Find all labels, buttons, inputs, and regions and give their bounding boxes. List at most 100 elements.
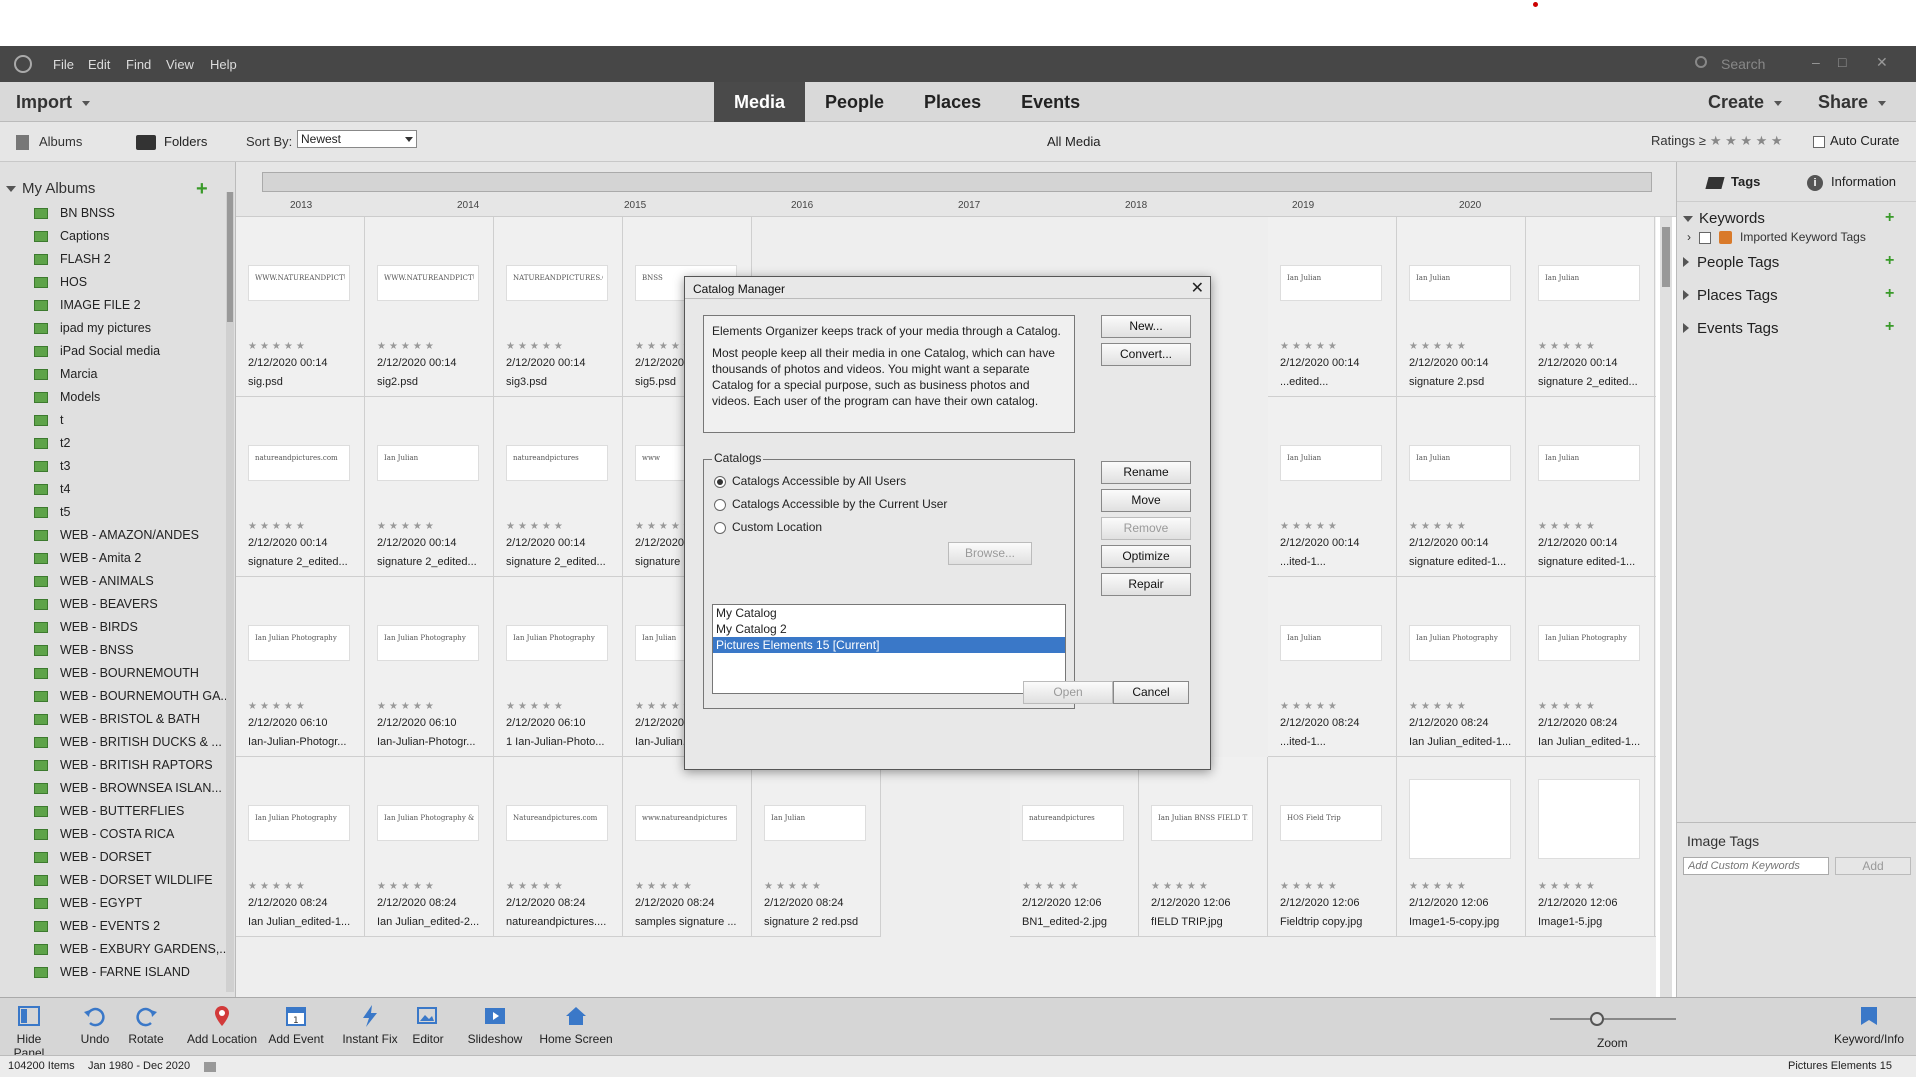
- album-item[interactable]: HOS: [34, 275, 87, 298]
- rating-stars-icon[interactable]: ★★★★★: [764, 881, 824, 892]
- checkbox-icon[interactable]: [1699, 231, 1711, 244]
- media-thumbnail[interactable]: Ian Julian ★★★★★ 2/12/2020 00:14 signature …: [1526, 217, 1655, 397]
- media-thumbnail[interactable]: Ian Julian Photography ★★★★★ 2/12/2020 06:…: [365, 577, 494, 757]
- album-item[interactable]: WEB - BIRDS: [34, 620, 138, 643]
- rating-stars-icon[interactable]: ★★★★★: [377, 341, 437, 352]
- radio-current-user[interactable]: Catalogs Accessible by the Current User: [714, 497, 947, 511]
- remove-button[interactable]: Remove: [1101, 517, 1191, 540]
- add-event-button[interactable]: 1 Add Event: [266, 1004, 326, 1046]
- rating-stars-icon[interactable]: ★★★★★: [377, 701, 437, 712]
- media-thumbnail[interactable]: ★★★★★ 2/12/2020 12:06 Image1-5-copy.jpg: [1397, 757, 1526, 937]
- albums-scrollbar[interactable]: [226, 192, 234, 992]
- media-thumbnail[interactable]: Ian Julian Photography ★★★★★ 2/12/2020 06:…: [236, 577, 365, 757]
- rating-stars-icon[interactable]: ★★★★★: [1538, 881, 1598, 892]
- create-button[interactable]: Create: [1708, 92, 1783, 113]
- keyword-info-button[interactable]: Keyword/Info: [1828, 1004, 1910, 1046]
- rating-stars-icon[interactable]: ★★★★★: [1280, 521, 1340, 532]
- rating-stars-icon[interactable]: ★★★★★: [506, 341, 566, 352]
- rating-stars-icon[interactable]: ★★★★★: [1151, 881, 1211, 892]
- rating-stars-icon[interactable]: ★★★★★: [506, 881, 566, 892]
- zoom-slider-handle[interactable]: [1590, 1012, 1604, 1026]
- open-button[interactable]: Open: [1023, 681, 1113, 704]
- media-thumbnail[interactable]: Ian Julian ★★★★★ 2/12/2020 00:14 signature …: [365, 397, 494, 577]
- browse-button[interactable]: Browse...: [948, 542, 1032, 565]
- minimize-icon[interactable]: –: [1812, 54, 1820, 70]
- sort-select[interactable]: Newest: [297, 130, 417, 148]
- album-item[interactable]: WEB - BRITISH RAPTORS: [34, 758, 213, 781]
- radio-all-users[interactable]: Catalogs Accessible by All Users: [714, 474, 906, 488]
- rating-stars-icon[interactable]: ★★★★★: [1538, 701, 1598, 712]
- scroll-thumb[interactable]: [227, 192, 233, 322]
- album-item[interactable]: WEB - BRITISH DUCKS & ...: [34, 735, 222, 758]
- add-location-button[interactable]: Add Location: [184, 1004, 260, 1046]
- media-thumbnail[interactable]: ★★★★★ 2/12/2020 12:06 Image1-5.jpg: [1526, 757, 1655, 937]
- media-thumbnail[interactable]: Natureandpictures.com ★★★★★ 2/12/2020 08:2…: [494, 757, 623, 937]
- rating-stars-icon[interactable]: ★★★★★: [1538, 341, 1598, 352]
- album-item[interactable]: t5: [34, 505, 70, 528]
- people-tags-header[interactable]: People Tags: [1683, 254, 1779, 271]
- custom-keyword-input[interactable]: [1683, 857, 1829, 875]
- rating-stars-icon[interactable]: ★★★★★: [506, 521, 566, 532]
- media-thumbnail[interactable]: natureandpictures ★★★★★ 2/12/2020 12:06 BN1…: [1010, 757, 1139, 937]
- album-item[interactable]: WEB - FARNE ISLAND: [34, 965, 190, 988]
- add-album-icon[interactable]: +: [196, 178, 208, 201]
- media-thumbnail[interactable]: Ian Julian Photography & Artwork ★★★★★ 2/1…: [365, 757, 494, 937]
- album-item[interactable]: t: [34, 413, 63, 436]
- share-button[interactable]: Share: [1818, 92, 1887, 113]
- album-item[interactable]: BN BNSS: [34, 206, 115, 229]
- rating-stars-icon[interactable]: ★★★★★: [248, 521, 308, 532]
- rotate-button[interactable]: Rotate: [124, 1004, 168, 1046]
- rating-stars-icon[interactable]: ★★★★★: [1280, 341, 1340, 352]
- album-item[interactable]: Models: [34, 390, 100, 413]
- media-thumbnail[interactable]: NATUREANDPICTURES.COM★★★★★2/12/2020 00:1…: [1655, 217, 1656, 397]
- media-thumbnail[interactable]: Ian Julian Photography ★★★★★ 2/12/2020 08:…: [1526, 577, 1655, 757]
- add-people-tag-icon[interactable]: +: [1885, 252, 1894, 270]
- album-item[interactable]: WEB - EXBURY GARDENS,...: [34, 942, 230, 965]
- places-tags-header[interactable]: Places Tags: [1683, 287, 1778, 304]
- media-thumbnail[interactable]: Ian Julian★★★★★2/12/2020 12:06Image1_edi…: [1655, 757, 1656, 937]
- media-thumbnail[interactable]: Ian Julian Photography ★★★★★ 2/12/2020 08:…: [1397, 577, 1526, 757]
- zoom-slider[interactable]: [1550, 1012, 1676, 1026]
- instant-fix-button[interactable]: Instant Fix: [340, 1004, 400, 1046]
- album-item[interactable]: WEB - AMAZON/ANDES: [34, 528, 199, 551]
- timeline-bar[interactable]: [262, 172, 1652, 192]
- radio-custom-location[interactable]: Custom Location: [714, 520, 822, 534]
- album-item[interactable]: Captions: [34, 229, 109, 252]
- move-button[interactable]: Move: [1101, 489, 1191, 512]
- tab-media[interactable]: Media: [714, 82, 806, 122]
- media-thumbnail[interactable]: natureandpictures.com ★★★★★ 2/12/2020 00:1…: [236, 397, 365, 577]
- tab-places[interactable]: Places: [904, 82, 1001, 122]
- album-item[interactable]: ipad my pictures: [34, 321, 151, 344]
- tab-information[interactable]: i Information: [1807, 174, 1896, 191]
- album-item[interactable]: WEB - BOURNEMOUTH: [34, 666, 199, 689]
- rating-stars-icon[interactable]: ★★★★★: [248, 701, 308, 712]
- album-item[interactable]: Marcia: [34, 367, 98, 390]
- rating-stars-icon[interactable]: ★★★★★: [1409, 521, 1469, 532]
- album-item[interactable]: t2: [34, 436, 70, 459]
- catalog-list-item[interactable]: My Catalog 2: [713, 621, 1065, 637]
- album-item[interactable]: WEB - DORSET WILDLIFE: [34, 873, 213, 896]
- media-thumbnail[interactable]: Ian Julian ★★★★★ 2/12/2020 00:14 signature …: [1526, 397, 1655, 577]
- rating-stars-icon[interactable]: ★ ★ ★ ★ ★: [1710, 133, 1783, 148]
- hide-panel-button[interactable]: Hide Panel: [0, 1004, 58, 1060]
- menu-file[interactable]: File: [53, 57, 74, 72]
- media-thumbnail[interactable]: Ian Julian ★★★★★ 2/12/2020 08:24 ...ited-1.…: [1268, 577, 1397, 757]
- auto-curate-checkbox[interactable]: Auto Curate: [1813, 133, 1899, 148]
- media-thumbnail[interactable]: HOS Field Trip ★★★★★ 2/12/2020 12:06 Fieldt…: [1268, 757, 1397, 937]
- rename-button[interactable]: Rename: [1101, 461, 1191, 484]
- album-item[interactable]: WEB - BEAVERS: [34, 597, 158, 620]
- add-event-tag-icon[interactable]: +: [1885, 318, 1894, 336]
- optimize-button[interactable]: Optimize: [1101, 545, 1191, 568]
- rating-stars-icon[interactable]: ★★★★★: [635, 881, 695, 892]
- rating-stars-icon[interactable]: ★★★★★: [1409, 701, 1469, 712]
- add-keyword-button[interactable]: Add: [1835, 857, 1911, 875]
- album-item[interactable]: WEB - BUTTERFLIES: [34, 804, 184, 827]
- rating-stars-icon[interactable]: ★★★★★: [1022, 881, 1082, 892]
- album-item[interactable]: WEB - BROWNSEA ISLAN...: [34, 781, 222, 804]
- maximize-icon[interactable]: □: [1838, 54, 1846, 70]
- search-box[interactable]: Search: [1695, 54, 1810, 76]
- media-thumbnail[interactable]: WWW.NATUREANDPICTURES.COM ★★★★★ 2/12/2020 …: [365, 217, 494, 397]
- grid-scrollbar[interactable]: [1660, 217, 1672, 997]
- album-item[interactable]: iPad Social media: [34, 344, 160, 367]
- media-thumbnail[interactable]: Ian Julian ★★★★★ 2/12/2020 00:14 signature …: [1397, 397, 1526, 577]
